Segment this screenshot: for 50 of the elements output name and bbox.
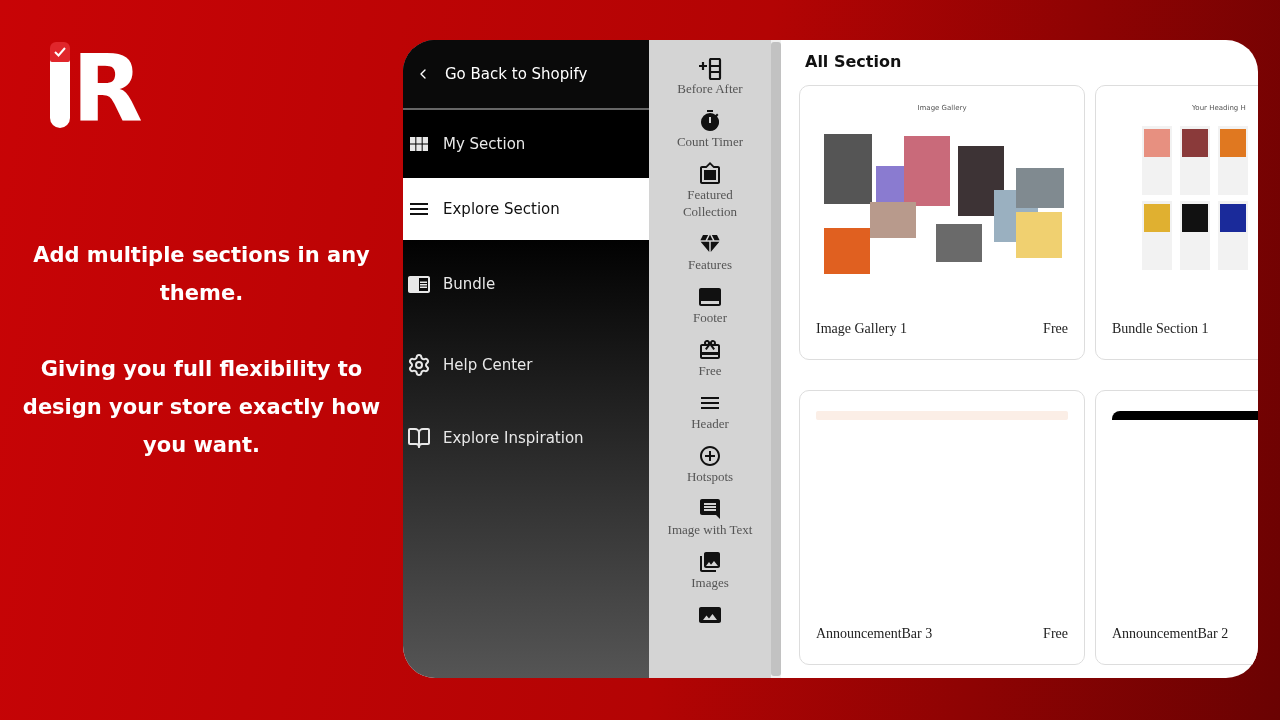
photo-placeholder — [824, 228, 870, 274]
category-icon — [698, 285, 722, 309]
category-icon — [698, 338, 722, 362]
category-item[interactable]: Image with Text — [662, 497, 758, 538]
category-item[interactable]: Hotspots — [662, 444, 758, 485]
nav-item[interactable]: Help Center — [403, 328, 649, 401]
photo-placeholder — [1016, 212, 1062, 258]
plus-columns-icon — [698, 58, 722, 80]
card-price: Free — [1043, 321, 1068, 337]
nav-item[interactable]: Explore Inspiration — [403, 401, 649, 474]
nav-icon — [407, 425, 431, 450]
product-card — [1218, 126, 1248, 195]
nav-item[interactable]: My Section — [403, 110, 649, 178]
tagline: Giving you full flexibility to design your store exactly how you want. — [21, 356, 382, 459]
photo-placeholder — [958, 146, 1004, 216]
product-card — [1180, 126, 1210, 195]
product-card — [1180, 201, 1210, 270]
category-icon — [698, 497, 722, 521]
logo: R — [50, 42, 143, 128]
nav-icon — [407, 352, 431, 377]
category-icon — [698, 162, 722, 186]
card-name: Image Gallery 1 — [816, 321, 907, 337]
scrollbar[interactable] — [771, 42, 781, 676]
category-item[interactable]: Featured Collection — [662, 162, 758, 220]
category-icon — [698, 444, 722, 468]
nav-item[interactable]: Explore Section — [403, 178, 649, 240]
product-card — [1142, 126, 1172, 195]
category-item[interactable]: Free — [662, 338, 758, 379]
back-link[interactable]: Go Back to Shopify — [403, 40, 649, 110]
category-item[interactable]: Images — [662, 550, 758, 591]
card-name: AnnouncementBar 2 — [1112, 626, 1229, 642]
tagline: Add multiple sections in any theme. — [32, 242, 371, 307]
category-item[interactable]: Header — [662, 391, 758, 432]
section-title: All Section — [805, 52, 903, 71]
category-item[interactable]: Count Timer — [662, 109, 758, 150]
category-icon — [698, 550, 722, 574]
section-card[interactable]: AnnouncementBar 2 — [1095, 390, 1258, 665]
category-icon — [698, 109, 722, 133]
card-price: Free — [1043, 626, 1068, 642]
nav-item[interactable]: Bundle — [403, 240, 649, 328]
product-card — [1142, 201, 1172, 270]
category-item[interactable]: Features — [662, 232, 758, 273]
photo-placeholder — [1016, 168, 1064, 208]
product-card — [1218, 201, 1248, 270]
photo-placeholder — [936, 224, 982, 262]
card-name: Bundle Section 1 — [1112, 321, 1209, 337]
category-item[interactable]: Before After — [662, 58, 758, 97]
category-item[interactable]: Footer — [662, 285, 758, 326]
section-card[interactable]: AnnouncementBar 3 Free — [799, 390, 1085, 665]
card-name: AnnouncementBar 3 — [816, 626, 933, 642]
